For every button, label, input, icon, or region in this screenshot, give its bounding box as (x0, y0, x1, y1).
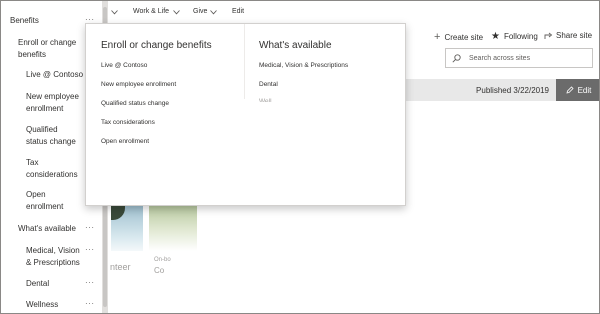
nav-item-new-employee[interactable]: New employee enrollment (26, 91, 81, 115)
search-input[interactable]: Search across sites (469, 55, 530, 62)
nav-item-qualified-status[interactable]: Qualified status change (26, 124, 81, 148)
nav-item-benefits[interactable]: Benefits (10, 15, 39, 27)
plus-icon: + (434, 31, 441, 43)
news-card-image[interactable] (149, 206, 197, 251)
nav-item-medical[interactable]: Medical, Vision & Prescriptions (26, 245, 84, 269)
top-nav-edit[interactable]: Edit (232, 8, 244, 15)
nav-item-enroll[interactable]: Enroll or change benefits (18, 37, 82, 61)
card-caption: On-bo (154, 257, 171, 263)
chevron-down-icon[interactable] (111, 10, 118, 15)
share-site-label: Share site (556, 31, 593, 40)
nav-more-icon[interactable]: ··· (85, 299, 95, 308)
page-frame: Benefits ··· Enroll or change benefits ·… (0, 0, 600, 314)
published-date: Published 3/22/2019 (476, 86, 549, 95)
mega-link-new-employee[interactable]: New employee enrollment (101, 81, 176, 88)
create-site-button[interactable]: + Create site (434, 31, 483, 43)
top-nav: Work & Life Give Edit (108, 1, 599, 23)
nav-item-whats-available[interactable]: What's available (18, 223, 76, 235)
edit-button[interactable]: Edit (556, 79, 599, 101)
nav-more-icon[interactable]: ··· (85, 223, 95, 232)
mega-link-live-contoso[interactable]: Live @ Contoso (101, 62, 147, 69)
search-icon (452, 53, 461, 63)
mega-link-qualified-status[interactable]: Qualified status change (101, 100, 169, 107)
nav-item-live-contoso[interactable]: Live @ Contoso (26, 69, 83, 81)
search-box[interactable]: Search across sites (445, 48, 593, 68)
card-image-leaf (111, 206, 125, 220)
mega-link-tax[interactable]: Tax considerations (101, 119, 155, 126)
nav-more-icon[interactable]: ··· (85, 278, 95, 287)
chevron-down-icon[interactable] (210, 10, 217, 15)
share-site-button[interactable]: Share site (544, 31, 592, 40)
mega-link-wellness[interactable]: Well... (259, 98, 277, 102)
star-icon: ★ (491, 31, 500, 42)
nav-item-tax[interactable]: Tax considerations (26, 157, 81, 181)
nav-more-icon[interactable]: ··· (85, 245, 95, 254)
mega-heading-whats-available[interactable]: What's available (259, 40, 332, 51)
mega-link-open-enrollment[interactable]: Open enrollment (101, 138, 149, 145)
card-title[interactable]: Co (154, 266, 164, 275)
edit-label: Edit (577, 85, 592, 95)
news-card-image[interactable] (111, 206, 143, 251)
nav-item-dental[interactable]: Dental (26, 278, 49, 290)
top-nav-give[interactable]: Give (193, 8, 207, 15)
nav-item-open-enrollment[interactable]: Open enrollment (26, 189, 71, 213)
mega-heading-enroll[interactable]: Enroll or change benefits (101, 40, 212, 51)
mega-link-medical[interactable]: Medical, Vision & Prescriptions (259, 62, 348, 69)
share-icon (544, 32, 553, 39)
following-button[interactable]: ★ Following (491, 31, 538, 42)
mega-menu-divider (244, 24, 245, 99)
mega-link-dental[interactable]: Dental (259, 81, 278, 88)
card-title[interactable]: nteer (110, 262, 131, 272)
chevron-down-icon[interactable] (173, 10, 180, 15)
pencil-icon (566, 86, 574, 94)
top-nav-work-life[interactable]: Work & Life (133, 8, 169, 15)
mega-menu: Enroll or change benefits Live @ Contoso… (85, 23, 406, 206)
following-label: Following (503, 32, 538, 41)
create-site-label: Create site (444, 32, 484, 42)
nav-item-wellness[interactable]: Wellness programs (26, 299, 81, 313)
